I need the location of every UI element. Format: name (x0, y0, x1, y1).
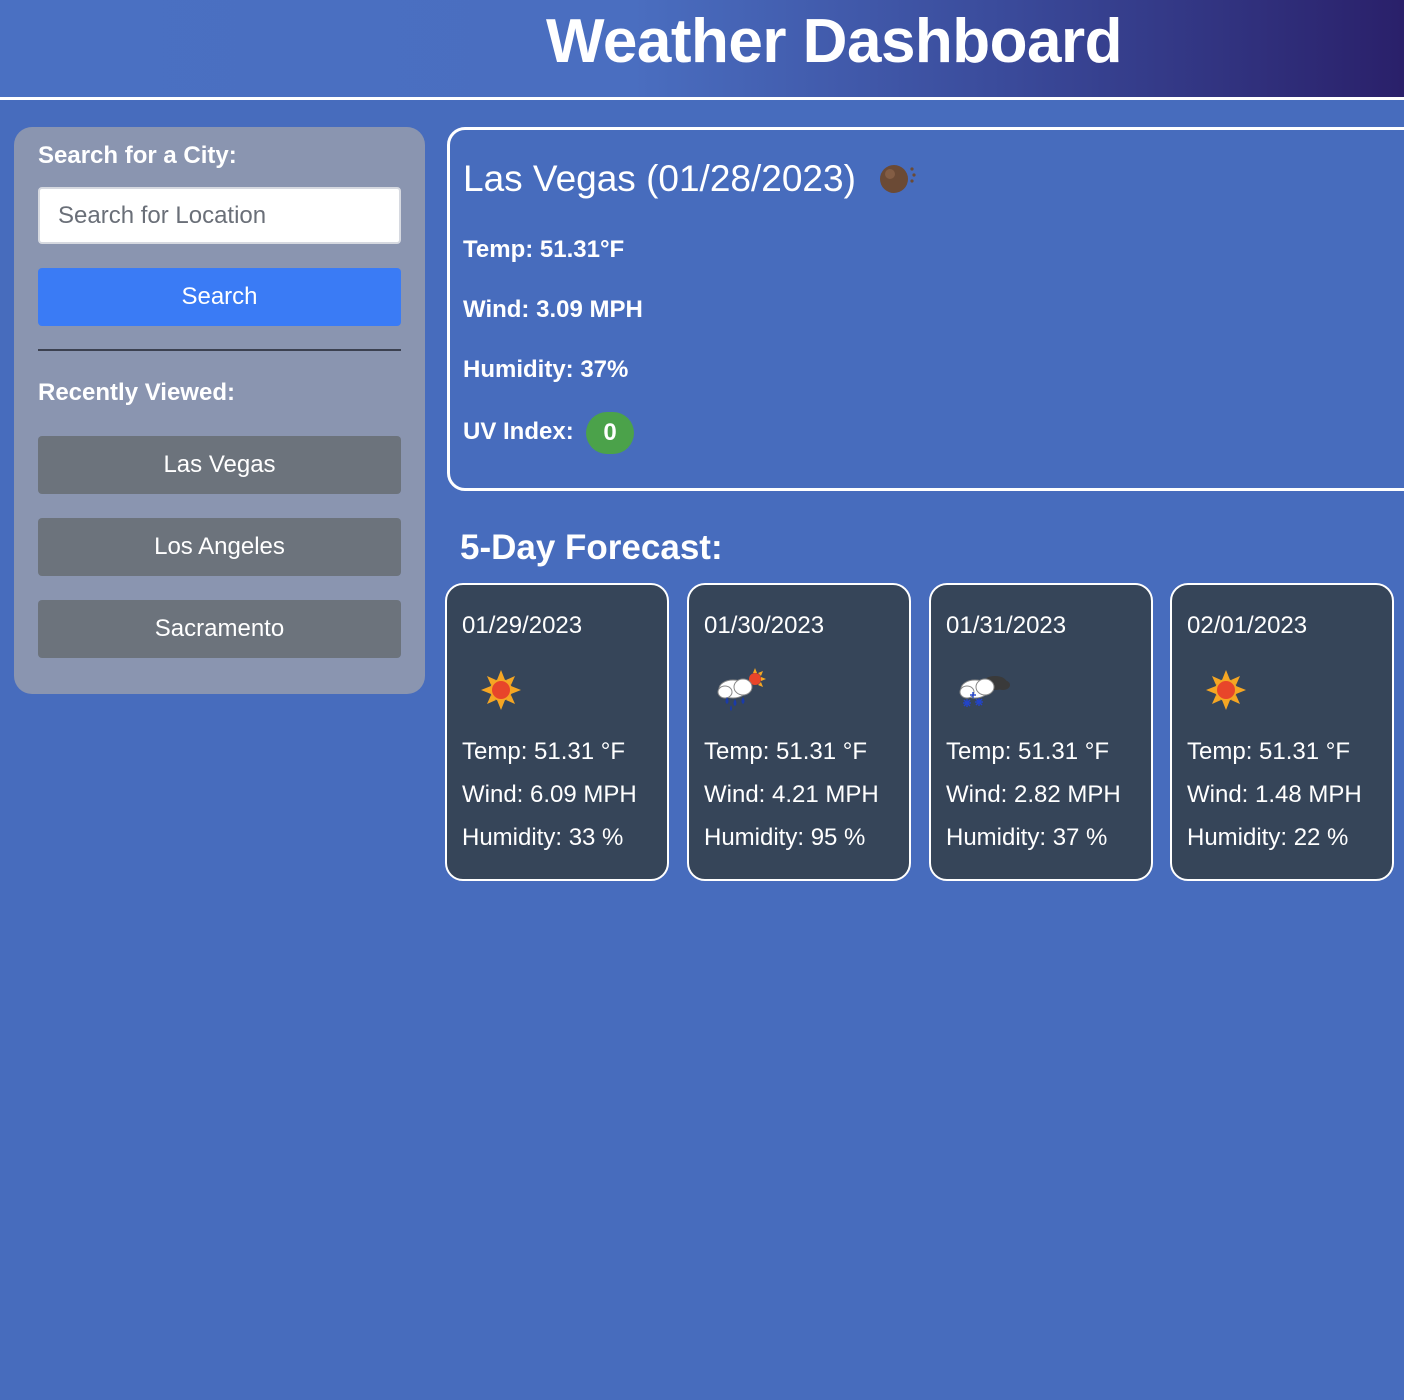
search-button[interactable]: Search (38, 268, 401, 326)
current-city-title: Las Vegas (01/28/2023) (463, 158, 856, 199)
forecast-temp: Temp: 51.31 °F (1187, 738, 1351, 765)
forecast-card: 01/31/2023 Temp: 51.31 °F Wind: 2.82 MPH… (929, 583, 1153, 881)
forecast-card: 01/30/2023 Temp: 51.31 °F Wind: 4.21 MPH… (687, 583, 911, 881)
recent-label: Recently Viewed: (38, 379, 235, 406)
page-header: Weather Dashboard (0, 0, 1404, 100)
forecast-wind: Wind: 1.48 MPH (1187, 781, 1362, 808)
forecast-humidity: Humidity: 33 % (462, 824, 624, 851)
rain-sun-icon (717, 668, 766, 711)
forecast-wind: Wind: 2.82 MPH (946, 781, 1121, 808)
sun-icon (481, 670, 521, 710)
uv-index-badge: 0 (586, 412, 634, 454)
forecast-date: 01/31/2023 (946, 612, 1067, 639)
recent-city-button[interactable]: Sacramento (38, 600, 401, 658)
forecast-title: 5-Day Forecast: (460, 528, 723, 567)
forecast-wind: Wind: 4.21 MPH (704, 781, 879, 808)
forecast-date: 01/30/2023 (704, 612, 825, 639)
forecast-date: 01/29/2023 (462, 612, 583, 639)
forecast-wind: Wind: 6.09 MPH (462, 781, 637, 808)
search-input[interactable] (38, 187, 401, 244)
forecast-humidity: Humidity: 37 % (946, 824, 1108, 851)
forecast-temp: Temp: 51.31 °F (946, 738, 1110, 765)
forecast-card: 02/01/2023 Temp: 51.31 °F Wind: 1.48 MPH… (1170, 583, 1394, 881)
uv-index-label: UV Index: (463, 418, 574, 445)
search-label: Search for a City: (38, 142, 237, 169)
recent-city-button[interactable]: Las Vegas (38, 436, 401, 494)
current-weather-card: Las Vegas (01/28/2023) Temp: 51.31°F Win… (447, 127, 1404, 491)
sun-icon (1206, 670, 1246, 710)
current-humidity: Humidity: 37% (463, 356, 629, 383)
current-wind: Wind: 3.09 MPH (463, 296, 643, 323)
forecast-humidity: Humidity: 22 % (1187, 824, 1349, 851)
forecast-humidity: Humidity: 95 % (704, 824, 866, 851)
recent-city-button[interactable]: Los Angeles (38, 518, 401, 576)
forecast-date: 02/01/2023 (1187, 612, 1308, 639)
forecast-temp: Temp: 51.31 °F (462, 738, 626, 765)
forecast-card: 01/29/2023 Temp: 51.31 °F Wind: 6.09 MPH… (445, 583, 669, 881)
page-title: Weather Dashboard (545, 7, 1123, 76)
current-temp: Temp: 51.31°F (463, 236, 625, 263)
divider (38, 349, 401, 351)
snow-cloud-icon (959, 676, 1010, 707)
forecast-temp: Temp: 51.31 °F (704, 738, 868, 765)
moon-clouds-icon (880, 165, 916, 193)
search-panel: Search for a City: Search Recently Viewe… (14, 127, 425, 694)
